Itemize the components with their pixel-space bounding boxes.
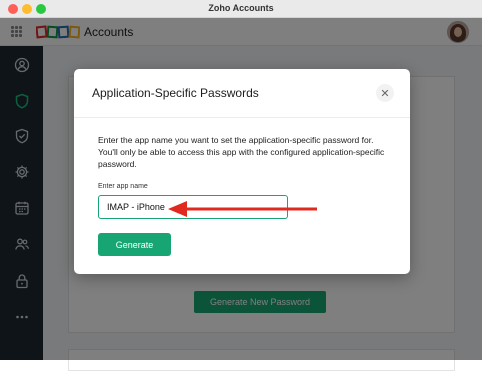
close-icon: ✕ (380, 87, 390, 100)
dialog-description: Enter the app name you want to set the a… (98, 135, 385, 169)
window-titlebar: Zoho Accounts (0, 0, 482, 18)
window-title: Zoho Accounts (208, 3, 274, 13)
dialog-title: Application-Specific Passwords (92, 86, 259, 100)
app-name-label: Enter app name (98, 183, 148, 190)
close-button[interactable]: ✕ (376, 84, 394, 102)
app-password-dialog: Application-Specific Passwords ✕ Enter t… (74, 69, 410, 274)
generate-button[interactable]: Generate (98, 233, 171, 256)
annotation-arrow-icon (168, 201, 317, 217)
dialog-header: Application-Specific Passwords ✕ (74, 69, 410, 118)
